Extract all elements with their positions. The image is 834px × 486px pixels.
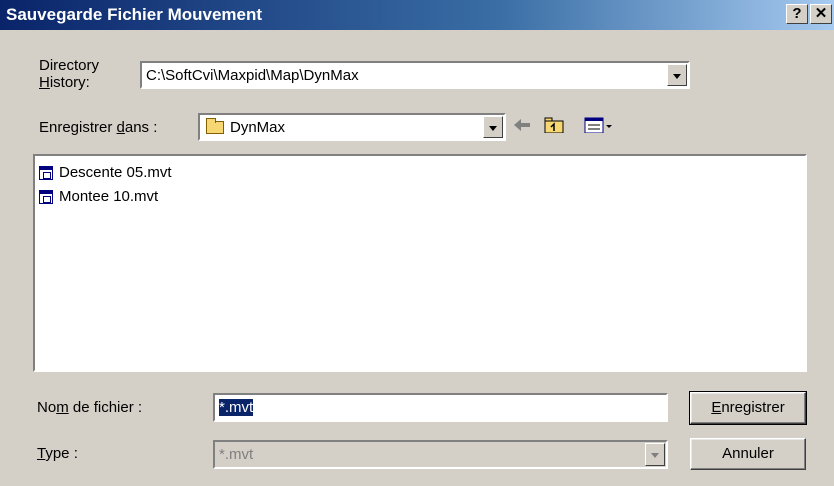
history-label-line1: Directory: [39, 57, 100, 74]
filename-input[interactable]: *.mvt: [213, 393, 668, 422]
savein-label: Enregistrer dans :: [39, 119, 158, 136]
cancel-button[interactable]: Annuler: [690, 438, 806, 470]
history-value: C:\SoftCvi\Maxpid\Map\DynMax: [146, 67, 359, 84]
file-name: Montee 10.mvt: [59, 188, 159, 205]
save-dialog: Sauvegarde Fichier Mouvement ? ✕ Directo…: [0, 0, 834, 486]
title-bar[interactable]: Sauvegarde Fichier Mouvement ? ✕: [0, 0, 834, 30]
history-dropdown[interactable]: C:\SoftCvi\Maxpid\Map\DynMax: [140, 61, 690, 89]
history-label-line2: History:: [39, 74, 90, 91]
view-menu-icon[interactable]: [584, 117, 616, 133]
history-chevron-down-icon[interactable]: [667, 64, 687, 86]
filetype-value: *.mvt: [219, 446, 254, 463]
history-label: Directory History:: [39, 57, 99, 91]
filename-value: *.mvt: [219, 399, 254, 416]
help-button[interactable]: ?: [786, 4, 808, 24]
filetype-label: Type :: [37, 445, 78, 462]
filetype-dropdown[interactable]: *.mvt: [213, 440, 668, 469]
mvt-file-icon: [39, 166, 53, 180]
file-name: Descente 05.mvt: [59, 164, 172, 181]
folder-icon: [206, 118, 224, 134]
savein-dropdown[interactable]: DynMax: [198, 113, 506, 141]
savein-chevron-down-icon[interactable]: [483, 116, 503, 138]
file-list[interactable]: Descente 05.mvt Montee 10.mvt: [33, 154, 807, 372]
window-title: Sauvegarde Fichier Mouvement: [6, 5, 263, 24]
up-folder-icon[interactable]: [544, 117, 566, 133]
mvt-file-icon: [39, 190, 53, 204]
save-button[interactable]: Enregistrer: [689, 391, 807, 425]
savein-value: DynMax: [230, 119, 286, 136]
filename-label: Nom de fichier :: [37, 399, 143, 416]
filetype-chevron-down-icon[interactable]: [645, 443, 665, 466]
back-arrow-icon[interactable]: [512, 117, 532, 133]
close-button[interactable]: ✕: [810, 4, 832, 24]
